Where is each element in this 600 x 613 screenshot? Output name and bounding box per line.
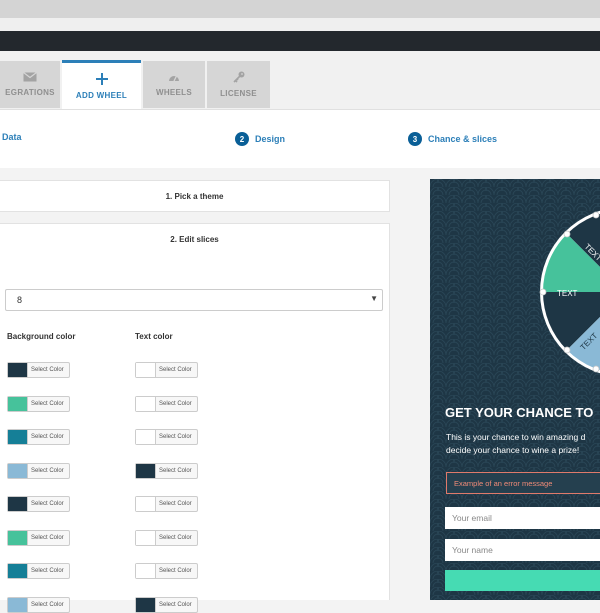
select-color-label: Select Color bbox=[159, 468, 192, 474]
color-swatch bbox=[8, 430, 28, 444]
select-color-label: Select Color bbox=[159, 367, 192, 373]
color-swatch bbox=[136, 430, 156, 444]
text-color-picker[interactable]: Select Color bbox=[135, 563, 198, 579]
email-field[interactable]: Your email bbox=[445, 507, 600, 529]
step-data[interactable]: Data bbox=[2, 132, 22, 142]
color-swatch bbox=[8, 397, 28, 411]
tab-label: EGRATIONS bbox=[5, 88, 55, 97]
text-color-picker[interactable]: Select Color bbox=[135, 463, 198, 479]
color-swatch bbox=[8, 497, 28, 511]
browser-chrome-strip bbox=[0, 18, 600, 31]
color-swatch bbox=[136, 397, 156, 411]
select-color-label: Select Color bbox=[31, 434, 64, 440]
color-swatch bbox=[136, 464, 156, 478]
color-swatch bbox=[136, 363, 156, 377]
step-chance-slices[interactable]: 3 Chance & slices bbox=[408, 132, 497, 146]
tabs-bar: EGRATIONS ADD WHEEL WHEELS LICENSE bbox=[0, 51, 600, 110]
name-field[interactable]: Your name bbox=[445, 539, 600, 561]
color-swatch bbox=[8, 363, 28, 377]
gauge-icon bbox=[169, 75, 179, 82]
background-color-picker[interactable]: Select Color bbox=[7, 496, 70, 512]
background-color-picker[interactable]: Select Color bbox=[7, 463, 70, 479]
step-number: 2 bbox=[235, 132, 249, 146]
background-color-picker[interactable]: Select Color bbox=[7, 530, 70, 546]
background-color-picker[interactable]: Select Color bbox=[7, 429, 70, 445]
accordion-pick-theme[interactable]: 1. Pick a theme bbox=[0, 180, 390, 212]
envelope-icon bbox=[23, 72, 37, 82]
slices-count-select[interactable]: 8 ▼ bbox=[5, 289, 383, 311]
tab-label: WHEELS bbox=[155, 88, 193, 97]
background-color-heading: Background color bbox=[7, 332, 76, 341]
tab-integrations[interactable]: EGRATIONS bbox=[0, 61, 60, 108]
select-color-label: Select Color bbox=[159, 568, 192, 574]
background-color-picker[interactable]: Select Color bbox=[7, 362, 70, 378]
select-color-label: Select Color bbox=[159, 434, 192, 440]
tab-wheels[interactable]: WHEELS bbox=[143, 61, 205, 108]
select-color-label: Select Color bbox=[31, 501, 64, 507]
select-color-label: Select Color bbox=[31, 535, 64, 541]
wheel-peg bbox=[563, 230, 571, 238]
step-label: Data bbox=[2, 132, 22, 142]
prize-wheel: TEXT TEXT TEXT bbox=[539, 210, 600, 374]
color-swatch bbox=[8, 464, 28, 478]
color-swatch bbox=[8, 598, 28, 612]
step-label: Chance & slices bbox=[428, 134, 498, 144]
select-color-label: Select Color bbox=[159, 401, 192, 407]
key-icon bbox=[232, 71, 244, 83]
text-color-picker[interactable]: Select Color bbox=[135, 530, 198, 546]
tab-add-wheel[interactable]: ADD WHEEL bbox=[62, 60, 141, 109]
error-message: Example of an error message bbox=[446, 472, 600, 494]
step-design[interactable]: 2 Design bbox=[235, 132, 285, 146]
select-color-label: Select Color bbox=[159, 602, 192, 608]
color-swatch bbox=[136, 598, 156, 612]
plus-icon bbox=[95, 72, 108, 85]
text-color-picker[interactable]: Select Color bbox=[135, 496, 198, 512]
wheel-peg bbox=[592, 211, 600, 219]
select-color-label: Select Color bbox=[31, 602, 64, 608]
text-color-picker[interactable]: Select Color bbox=[135, 429, 198, 445]
step-number: 3 bbox=[408, 132, 422, 146]
text-color-picker[interactable]: Select Color bbox=[135, 597, 198, 613]
wheel-slice-text: TEXT bbox=[557, 289, 578, 298]
step-label: Design bbox=[255, 134, 286, 144]
preview-title: GET YOUR CHANCE TO bbox=[445, 405, 594, 420]
select-color-label: Select Color bbox=[31, 367, 64, 373]
color-swatch bbox=[136, 531, 156, 545]
background-color-picker[interactable]: Select Color bbox=[7, 597, 70, 613]
color-swatch bbox=[136, 564, 156, 578]
spin-button[interactable] bbox=[445, 570, 600, 591]
select-value: 8 bbox=[17, 295, 23, 305]
wheel-peg bbox=[592, 365, 600, 373]
color-swatch bbox=[8, 531, 28, 545]
select-color-label: Select Color bbox=[31, 401, 64, 407]
wizard-steps: Data 2 Design 3 Chance & slices bbox=[0, 110, 600, 168]
caret-down-icon: ▼ bbox=[370, 294, 378, 303]
text-color-picker[interactable]: Select Color bbox=[135, 396, 198, 412]
accordion-edit-slices[interactable]: 2. Edit slices bbox=[0, 223, 390, 255]
accordion-title: 2. Edit slices bbox=[170, 234, 219, 244]
text-color-heading: Text color bbox=[135, 332, 173, 341]
select-color-label: Select Color bbox=[31, 568, 64, 574]
color-swatch bbox=[8, 564, 28, 578]
wheel-peg bbox=[539, 288, 547, 296]
tab-label: ADD WHEEL bbox=[75, 90, 128, 100]
select-color-label: Select Color bbox=[159, 501, 192, 507]
text-color-picker[interactable]: Select Color bbox=[135, 362, 198, 378]
background-color-picker[interactable]: Select Color bbox=[7, 563, 70, 579]
tab-license[interactable]: LICENSE bbox=[207, 61, 270, 108]
wheel-peg bbox=[563, 346, 571, 354]
admin-bar bbox=[0, 31, 600, 51]
color-swatch bbox=[136, 497, 156, 511]
select-color-label: Select Color bbox=[159, 535, 192, 541]
tab-label: LICENSE bbox=[220, 89, 257, 98]
browser-chrome bbox=[0, 0, 600, 18]
preview-description: This is your chance to win amazing d dec… bbox=[446, 432, 586, 455]
accordion-title: 1. Pick a theme bbox=[165, 191, 224, 201]
background-color-picker[interactable]: Select Color bbox=[7, 396, 70, 412]
select-color-label: Select Color bbox=[31, 468, 64, 474]
